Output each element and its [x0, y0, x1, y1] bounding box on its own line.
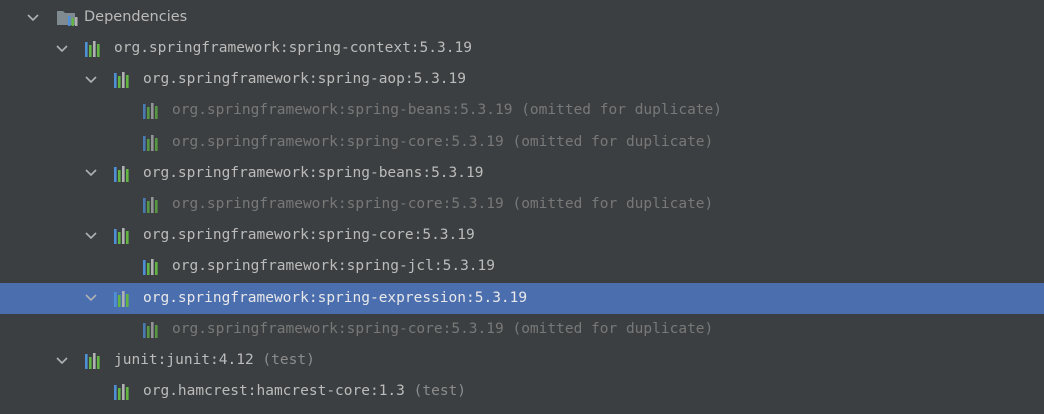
dependency-coordinates: org.springframework:spring-core:5.3.19 [172, 196, 504, 212]
maven-library-icon [142, 258, 164, 276]
tree-row-junit[interactable]: junit:junit:4.12 (test) [0, 345, 1044, 376]
dependency-coordinates: org.springframework:spring-core:5.3.19 [143, 227, 475, 244]
maven-library-icon [113, 383, 135, 401]
dependency-label: org.springframework:spring-core:5.3.19 [143, 220, 475, 251]
dependency-label: org.springframework:spring-jcl:5.3.19 [172, 251, 495, 282]
maven-library-icon [84, 352, 106, 370]
chevron-down-icon[interactable] [82, 220, 100, 251]
dependency-label: org.springframework:spring-beans:5.3.19 … [172, 95, 722, 126]
dependency-label: junit:junit:4.12 (test) [114, 345, 315, 376]
tree-row-spring-core[interactable]: org.springframework:spring-core:5.3.19 [0, 220, 1044, 251]
chevron-down-icon[interactable] [53, 33, 71, 64]
tree-row-dependencies[interactable]: Dependencies [0, 2, 1044, 33]
dependency-coordinates: org.hamcrest:hamcrest-core:1.3 [143, 383, 405, 400]
folder-library-icon [56, 9, 78, 27]
dependency-coordinates: org.springframework:spring-core:5.3.19 [172, 133, 504, 150]
tree-row-spring-beans-core[interactable]: org.springframework:spring-core:5.3.19 (… [0, 189, 1044, 220]
dependency-coordinates: org.springframework:spring-beans:5.3.19 [172, 102, 513, 119]
tree-row-spring-expression[interactable]: org.springframework:spring-expression:5.… [0, 282, 1044, 314]
tree-row-spring-beans[interactable]: org.springframework:spring-beans:5.3.19 [0, 158, 1044, 189]
dependency-label: org.springframework:spring-context:5.3.1… [114, 33, 472, 64]
maven-library-icon [113, 165, 135, 183]
dependency-coordinates: org.springframework:spring-core:5.3.19 [172, 320, 504, 337]
tree-row-spring-expression-core[interactable]: org.springframework:spring-core:5.3.19 (… [0, 314, 1044, 345]
dependency-coordinates: org.springframework:spring-context:5.3.1… [114, 40, 472, 56]
dependency-label: org.springframework:spring-aop:5.3.19 [143, 64, 466, 95]
dependency-tree: Dependencies org.springframework:spring-… [0, 0, 1044, 414]
dependency-note: (omitted for duplicate) [512, 133, 714, 150]
chevron-down-icon[interactable] [82, 283, 100, 314]
maven-library-icon [113, 290, 135, 308]
tree-row-hamcrest[interactable]: org.hamcrest:hamcrest-core:1.3 (test) [0, 376, 1044, 407]
chevron-down-icon[interactable] [82, 158, 100, 189]
maven-library-icon [113, 71, 135, 89]
dependency-label: org.springframework:spring-beans:5.3.19 [143, 158, 483, 189]
dependency-note: (test) [262, 352, 315, 368]
maven-library-icon [142, 102, 164, 120]
dependency-label: org.springframework:spring-core:5.3.19 (… [172, 189, 713, 220]
tree-row-spring-aop-core[interactable]: org.springframework:spring-core:5.3.19 (… [0, 127, 1044, 158]
chevron-down-icon[interactable] [82, 64, 100, 95]
dependency-coordinates: org.springframework:spring-expression:5.… [143, 289, 528, 306]
maven-library-icon [113, 227, 135, 245]
dependency-label: org.springframework:spring-core:5.3.19 (… [172, 314, 713, 345]
dependency-note: (omitted for duplicate) [512, 320, 714, 337]
dependency-note: (test) [413, 383, 467, 400]
chevron-down-icon[interactable] [53, 345, 71, 376]
dependency-coordinates: org.springframework:spring-beans:5.3.19 [143, 164, 484, 181]
dependency-label: org.springframework:spring-core:5.3.19 (… [172, 127, 713, 158]
dependency-note: (omitted for duplicate) [521, 102, 722, 119]
dependency-label: org.hamcrest:hamcrest-core:1.3 (test) [143, 376, 466, 407]
tree-row-spring-jcl[interactable]: org.springframework:spring-jcl:5.3.19 [0, 251, 1044, 282]
dependency-coordinates: org.springframework:spring-jcl:5.3.19 [172, 258, 496, 275]
dependency-coordinates: junit:junit:4.12 [114, 352, 254, 368]
dependency-note: (omitted for duplicate) [512, 196, 714, 212]
tree-row-spring-aop[interactable]: org.springframework:spring-aop:5.3.19 [0, 64, 1044, 95]
dependency-coordinates: org.springframework:spring-aop:5.3.19 [143, 71, 467, 88]
tree-row-spring-context[interactable]: org.springframework:spring-context:5.3.1… [0, 33, 1044, 64]
maven-library-icon [84, 40, 106, 58]
chevron-down-icon[interactable] [24, 2, 42, 33]
dependencies-label: Dependencies [84, 9, 188, 25]
dependency-label: org.springframework:spring-expression:5.… [143, 283, 527, 314]
maven-library-icon [142, 321, 164, 339]
maven-library-icon [142, 196, 164, 214]
maven-library-icon [142, 134, 164, 152]
tree-row-spring-aop-beans[interactable]: org.springframework:spring-beans:5.3.19 … [0, 95, 1044, 126]
